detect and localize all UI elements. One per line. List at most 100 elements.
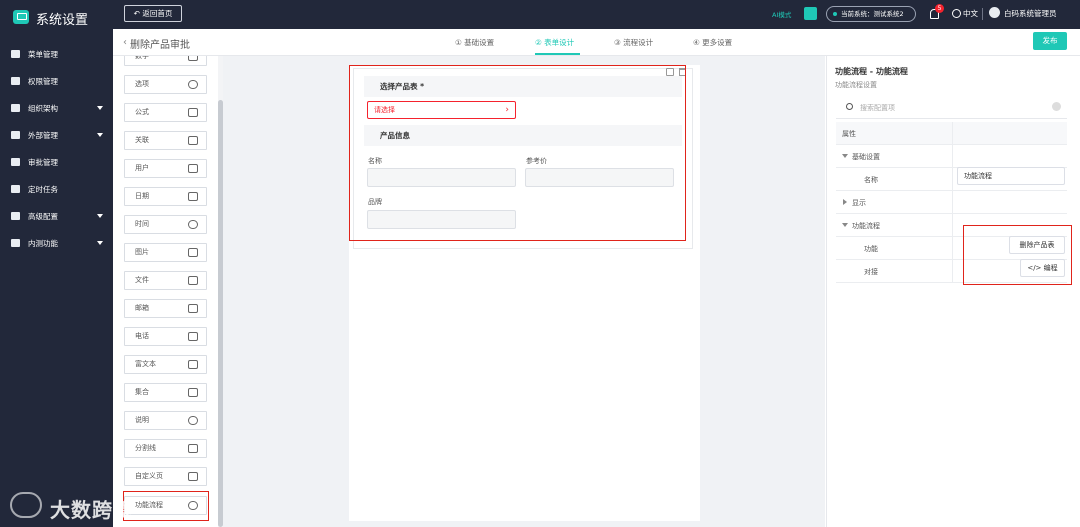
app-logo-icon: [13, 10, 29, 24]
clock-icon: [188, 220, 198, 229]
caret-down-icon: [97, 214, 103, 218]
palette-item-date[interactable]: 日期: [124, 187, 207, 206]
palette-item-image[interactable]: 图片: [124, 243, 207, 262]
caret-down-icon: [97, 133, 103, 137]
highlight-box-function-flow: [123, 491, 209, 521]
palette-item-label: 用户: [135, 164, 149, 172]
notification-badge: 5: [935, 4, 944, 13]
sidebar-item-org[interactable]: 组织架构: [0, 95, 113, 121]
richtext-icon: [188, 360, 198, 369]
active-tab-indicator: [535, 53, 580, 55]
status-dot-icon: [833, 12, 837, 16]
palette-item-richtext[interactable]: 富文本: [124, 355, 207, 374]
sidebar-item-advanced[interactable]: 高级配置: [0, 203, 113, 229]
caret-right-icon: [843, 199, 847, 205]
palette-item-relation[interactable]: 关联: [124, 131, 207, 150]
palette-item-label: 关联: [135, 136, 149, 144]
tab-basic-settings[interactable]: ① 基础设置: [455, 37, 494, 48]
clear-icon[interactable]: [1052, 102, 1061, 111]
palette-item-label: 图片: [135, 248, 149, 256]
tab-form-design[interactable]: ② 表单设计: [535, 37, 574, 48]
divider-icon: [188, 444, 198, 453]
formula-icon: [188, 108, 198, 117]
watermark-logo-icon: [10, 492, 42, 518]
group-label: 显示: [852, 199, 866, 207]
column-header-attribute: 属性: [842, 130, 856, 138]
palette-item-user[interactable]: 用户: [124, 159, 207, 178]
globe-icon[interactable]: [952, 9, 961, 18]
org-icon: [11, 104, 20, 112]
sidebar-item-approval[interactable]: 审批管理: [0, 149, 113, 175]
palette-item-label: 日期: [135, 192, 149, 200]
palette-item-collection[interactable]: 集合: [124, 383, 207, 402]
user-icon: [188, 164, 198, 173]
component-palette: 数字 选项 公式 关联 用户 日期 时间 图片 文件 邮箱 电话 富文本 集合 …: [113, 56, 219, 527]
publish-button[interactable]: 发布: [1033, 32, 1067, 50]
palette-item-formula[interactable]: 公式: [124, 103, 207, 122]
sliders-icon: [11, 212, 20, 220]
divider: [952, 145, 953, 168]
tab-more-settings[interactable]: ④ 更多设置: [693, 37, 732, 48]
panel-subtitle: 功能流程设置: [835, 81, 877, 89]
folder-icon: [188, 276, 198, 285]
palette-item-label: 公式: [135, 108, 149, 116]
sidebar-item-label: 高级配置: [28, 212, 58, 221]
list-icon: [188, 388, 198, 397]
sidebar-item-menu[interactable]: 菜单管理: [0, 41, 113, 67]
divider: [952, 191, 953, 214]
property-group-display[interactable]: 显示: [836, 191, 1067, 214]
palette-item-label: 时间: [135, 220, 149, 228]
tab-flow-design[interactable]: ③ 流程设计: [614, 37, 653, 48]
sidebar-item-external[interactable]: 外部管理: [0, 122, 113, 148]
option-icon: [188, 80, 198, 89]
image-icon: [188, 248, 198, 257]
top-bar: 系统设置 ↶ 返回首页 AI模式 当前系统：测试系统2 5 中文 白码系统管理员: [0, 0, 1080, 29]
sidebar-item-label: 定时任务: [28, 185, 58, 194]
divider: [952, 237, 953, 260]
caret-down-icon: [842, 223, 848, 227]
current-system-selector[interactable]: 当前系统：测试系统2: [826, 6, 916, 22]
current-system-label: 当前系统：测试系统2: [841, 10, 904, 18]
sidebar-item-label: 组织架构: [28, 104, 58, 113]
config-search[interactable]: 搜索配置项: [836, 97, 1067, 119]
language-switch[interactable]: 中文: [963, 8, 978, 19]
highlight-box-flow-props: [963, 225, 1072, 285]
palette-item-label: 分割线: [135, 444, 156, 452]
group-label: 基础设置: [852, 153, 880, 161]
page-title: 删除产品审批: [130, 40, 190, 51]
palette-item-time[interactable]: 时间: [124, 215, 207, 234]
palette-item-description[interactable]: 说明: [124, 411, 207, 430]
user-name[interactable]: 白码系统管理员: [1004, 8, 1057, 19]
caret-down-icon: [97, 106, 103, 110]
back-chevron-icon[interactable]: ‹: [123, 37, 127, 48]
palette-item-custom-page[interactable]: 自定义页: [124, 467, 207, 486]
sidebar: 菜单管理 权限管理 组织架构 外部管理 审批管理 定时任务 高级配置 内测功能: [0, 29, 113, 527]
caret-down-icon: [842, 154, 848, 158]
back-home-label: 返回首页: [142, 9, 173, 18]
palette-item-label: 选项: [135, 80, 149, 88]
palette-item-phone[interactable]: 电话: [124, 327, 207, 346]
divider: [952, 260, 953, 283]
ai-mode-toggle[interactable]: [804, 7, 817, 20]
palette-item-option[interactable]: 选项: [124, 75, 207, 94]
app-title: 系统设置: [36, 13, 89, 28]
avatar[interactable]: [989, 7, 1000, 18]
code-icon: [188, 472, 198, 481]
name-value-input[interactable]: 功能流程: [957, 167, 1065, 185]
person-icon: [11, 158, 20, 166]
palette-item-label: 电话: [135, 332, 149, 340]
sidebar-item-schedule[interactable]: 定时任务: [0, 176, 113, 202]
palette-item-number[interactable]: 数字: [124, 56, 207, 66]
palette-item-file[interactable]: 文件: [124, 271, 207, 290]
search-input[interactable]: 搜索配置项: [860, 103, 895, 113]
palette-item-label: 邮箱: [135, 304, 149, 312]
palette-item-divider[interactable]: 分割线: [124, 439, 207, 458]
property-group-basic[interactable]: 基础设置: [836, 145, 1067, 168]
sidebar-item-beta[interactable]: 内测功能: [0, 230, 113, 256]
gear-icon: [11, 239, 20, 247]
back-home-button[interactable]: ↶ 返回首页: [124, 5, 182, 22]
palette-item-email[interactable]: 邮箱: [124, 299, 207, 318]
sub-header: ‹ 删除产品审批 ① 基础设置 ② 表单设计 ③ 流程设计 ④ 更多设置 发布: [113, 29, 1080, 56]
sidebar-item-label: 外部管理: [28, 131, 58, 140]
sidebar-item-permission[interactable]: 权限管理: [0, 68, 113, 94]
